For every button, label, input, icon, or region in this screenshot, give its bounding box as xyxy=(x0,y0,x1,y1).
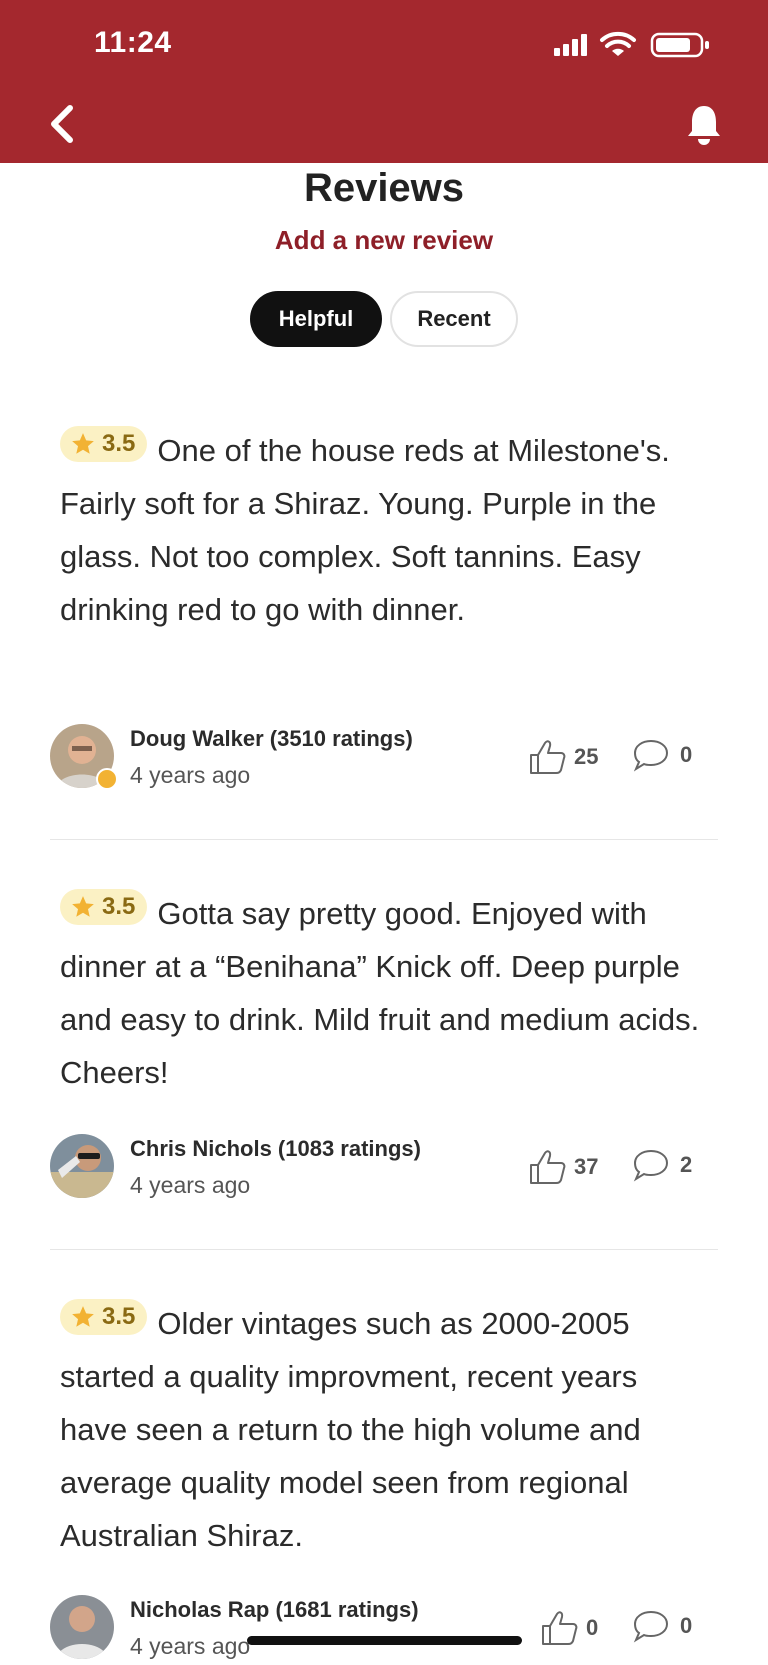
review-author-row: Chris Nichols (1083 ratings) 4 years ago… xyxy=(50,1134,720,1204)
review-author-row: Nicholas Rap (1681 ratings) 4 years ago … xyxy=(50,1595,720,1665)
thumbs-up-icon xyxy=(542,1611,578,1645)
star-icon xyxy=(72,896,94,917)
thumbs-up-icon xyxy=(530,740,566,774)
divider xyxy=(50,1249,718,1250)
comment-icon xyxy=(633,1610,669,1643)
review-author-row: Doug Walker (3510 ratings) 4 years ago 2… xyxy=(50,724,720,794)
review-time: 4 years ago xyxy=(130,1633,251,1659)
divider xyxy=(50,839,718,840)
notifications-button[interactable] xyxy=(684,102,724,146)
review-time: 4 years ago xyxy=(130,1172,251,1198)
comment-icon xyxy=(633,1149,669,1182)
review-text: One of the house reds at Milestone's. Fa… xyxy=(60,433,670,627)
status-time: 11:24 xyxy=(94,26,172,59)
review-time: 4 years ago xyxy=(130,762,251,788)
filter-helpful-button[interactable]: Helpful xyxy=(250,291,382,347)
back-chevron-icon xyxy=(51,105,73,143)
avatar[interactable] xyxy=(50,1595,114,1659)
status-indicators-icon xyxy=(554,31,709,58)
avatar[interactable] xyxy=(50,1134,114,1198)
filter-recent-button[interactable]: Recent xyxy=(390,291,518,347)
review-text: Gotta say pretty good. Enjoyed with dinn… xyxy=(60,896,700,1090)
comment-count: 2 xyxy=(680,1152,693,1177)
avatar-photo xyxy=(50,1134,114,1198)
rating-badge: 3.5 xyxy=(60,1299,148,1335)
thumbs-up-icon xyxy=(530,1150,566,1184)
author-name[interactable]: Nicholas Rap (1681 ratings) xyxy=(130,1597,419,1623)
rating-badge: 3.5 xyxy=(60,426,148,462)
comment-count: 0 xyxy=(680,1613,693,1638)
comment-button[interactable]: 0 xyxy=(632,1609,692,1643)
review-item: 3.5 Gotta say pretty good. Enjoyed with d… xyxy=(60,887,710,1099)
top-bar: 11:24 xyxy=(0,0,768,163)
rating-value: 3.5 xyxy=(102,1303,136,1330)
rating-value: 3.5 xyxy=(102,893,136,920)
like-button[interactable]: 37 xyxy=(528,1148,598,1186)
avatar-photo xyxy=(50,1595,114,1659)
review-body: 3.5 Older vintages such as 2000-2005 star… xyxy=(60,1297,710,1562)
review-body: 3.5 Gotta say pretty good. Enjoyed with d… xyxy=(60,887,710,1099)
star-icon xyxy=(72,433,94,454)
comment-icon xyxy=(633,739,669,772)
featured-badge xyxy=(96,768,118,790)
status-icons xyxy=(554,30,714,60)
author-name[interactable]: Doug Walker (3510 ratings) xyxy=(130,726,413,752)
add-review-link[interactable]: Add a new review xyxy=(0,225,768,256)
like-count: 37 xyxy=(574,1154,599,1179)
like-button[interactable]: 25 xyxy=(528,738,598,776)
rating-value: 3.5 xyxy=(102,430,136,457)
review-item: 3.5 Older vintages such as 2000-2005 star… xyxy=(60,1297,710,1562)
comment-button[interactable]: 2 xyxy=(632,1148,692,1182)
bell-icon xyxy=(688,106,720,145)
back-button[interactable] xyxy=(44,102,84,146)
like-count: 0 xyxy=(586,1615,599,1640)
review-item: 3.5 One of the house reds at Milestone's.… xyxy=(60,424,710,636)
review-body: 3.5 One of the house reds at Milestone's.… xyxy=(60,424,710,636)
author-name[interactable]: Chris Nichols (1083 ratings) xyxy=(130,1136,421,1162)
page-title: Reviews xyxy=(303,166,465,210)
like-button[interactable]: 0 xyxy=(540,1609,598,1647)
home-indicator[interactable] xyxy=(247,1636,522,1645)
star-icon xyxy=(72,1306,94,1327)
rating-badge: 3.5 xyxy=(60,889,148,925)
review-text: Older vintages such as 2000-2005 started… xyxy=(60,1306,641,1553)
like-count: 25 xyxy=(574,744,599,769)
comment-count: 0 xyxy=(680,742,693,767)
comment-button[interactable]: 0 xyxy=(632,738,692,772)
